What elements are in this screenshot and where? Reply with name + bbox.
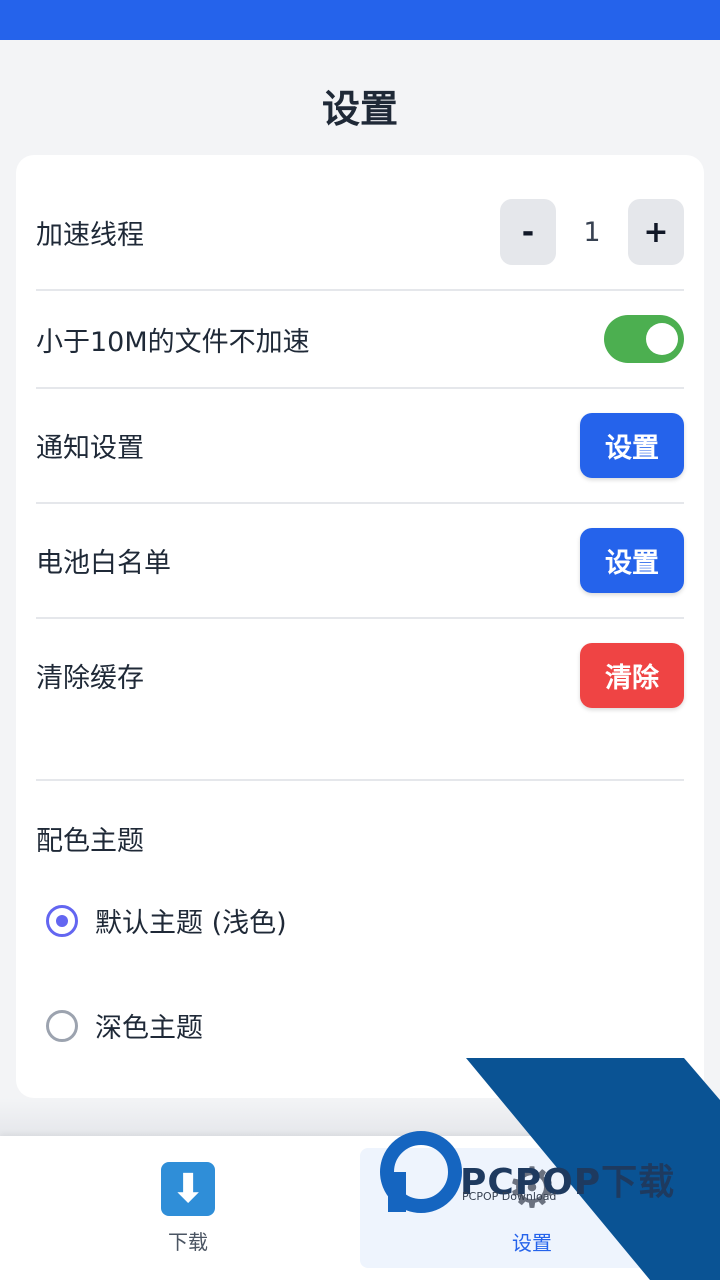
toggle-knob [646, 323, 678, 355]
divider [36, 387, 684, 389]
theme-option-label: 默认主题 (浅色) [95, 908, 287, 939]
divider [36, 502, 684, 504]
divider [36, 289, 684, 291]
battery-settings-button[interactable]: 设置 [580, 528, 684, 593]
divider [36, 617, 684, 619]
increment-button[interactable]: + [628, 199, 684, 265]
status-bar [0, 0, 720, 40]
cache-label: 清除缓存 [36, 663, 144, 694]
divider [36, 779, 684, 781]
threads-label: 加速线程 [36, 219, 144, 251]
battery-label: 电池白名单 [36, 548, 171, 579]
settings-card: 加速线程 - 1 + 小于10M的文件不加速 通知设置 设置 电池白名单 设置 … [16, 155, 704, 1098]
radio-unchecked-icon[interactable] [46, 1009, 78, 1042]
nav-download-label: 下载 [168, 1229, 208, 1254]
small-file-toggle[interactable] [604, 315, 684, 363]
notify-row: 通知设置 设置 [36, 413, 684, 478]
theme-option-label: 深色主题 [95, 1013, 203, 1044]
decrement-button[interactable]: - [500, 199, 556, 265]
notify-label: 通知设置 [36, 433, 144, 464]
page-title: 设置 [321, 87, 398, 131]
cache-row: 清除缓存 清除 [36, 643, 684, 708]
nav-shadow [0, 1098, 720, 1136]
small-file-label: 小于10M的文件不加速 [36, 326, 310, 358]
small-file-row: 小于10M的文件不加速 [36, 315, 684, 363]
threads-stepper: - 1 + [500, 199, 684, 265]
nav-download[interactable]: ⬇ 下载 [16, 1148, 360, 1268]
notify-settings-button[interactable]: 设置 [580, 413, 684, 478]
watermark-subtext: PCPOP Download [462, 1190, 557, 1203]
radio-checked-icon[interactable] [46, 904, 78, 937]
theme-option-light[interactable]: 默认主题 (浅色) [46, 901, 287, 940]
clear-cache-button[interactable]: 清除 [580, 643, 684, 708]
theme-section-title: 配色主题 [36, 826, 144, 857]
theme-option-dark[interactable]: 深色主题 [46, 1006, 203, 1045]
download-icon: ⬇ [161, 1161, 215, 1216]
battery-row: 电池白名单 设置 [36, 528, 684, 593]
nav-settings-label: 设置 [512, 1230, 552, 1255]
threads-row: 加速线程 - 1 + [36, 199, 684, 265]
threads-value: 1 [583, 216, 601, 248]
